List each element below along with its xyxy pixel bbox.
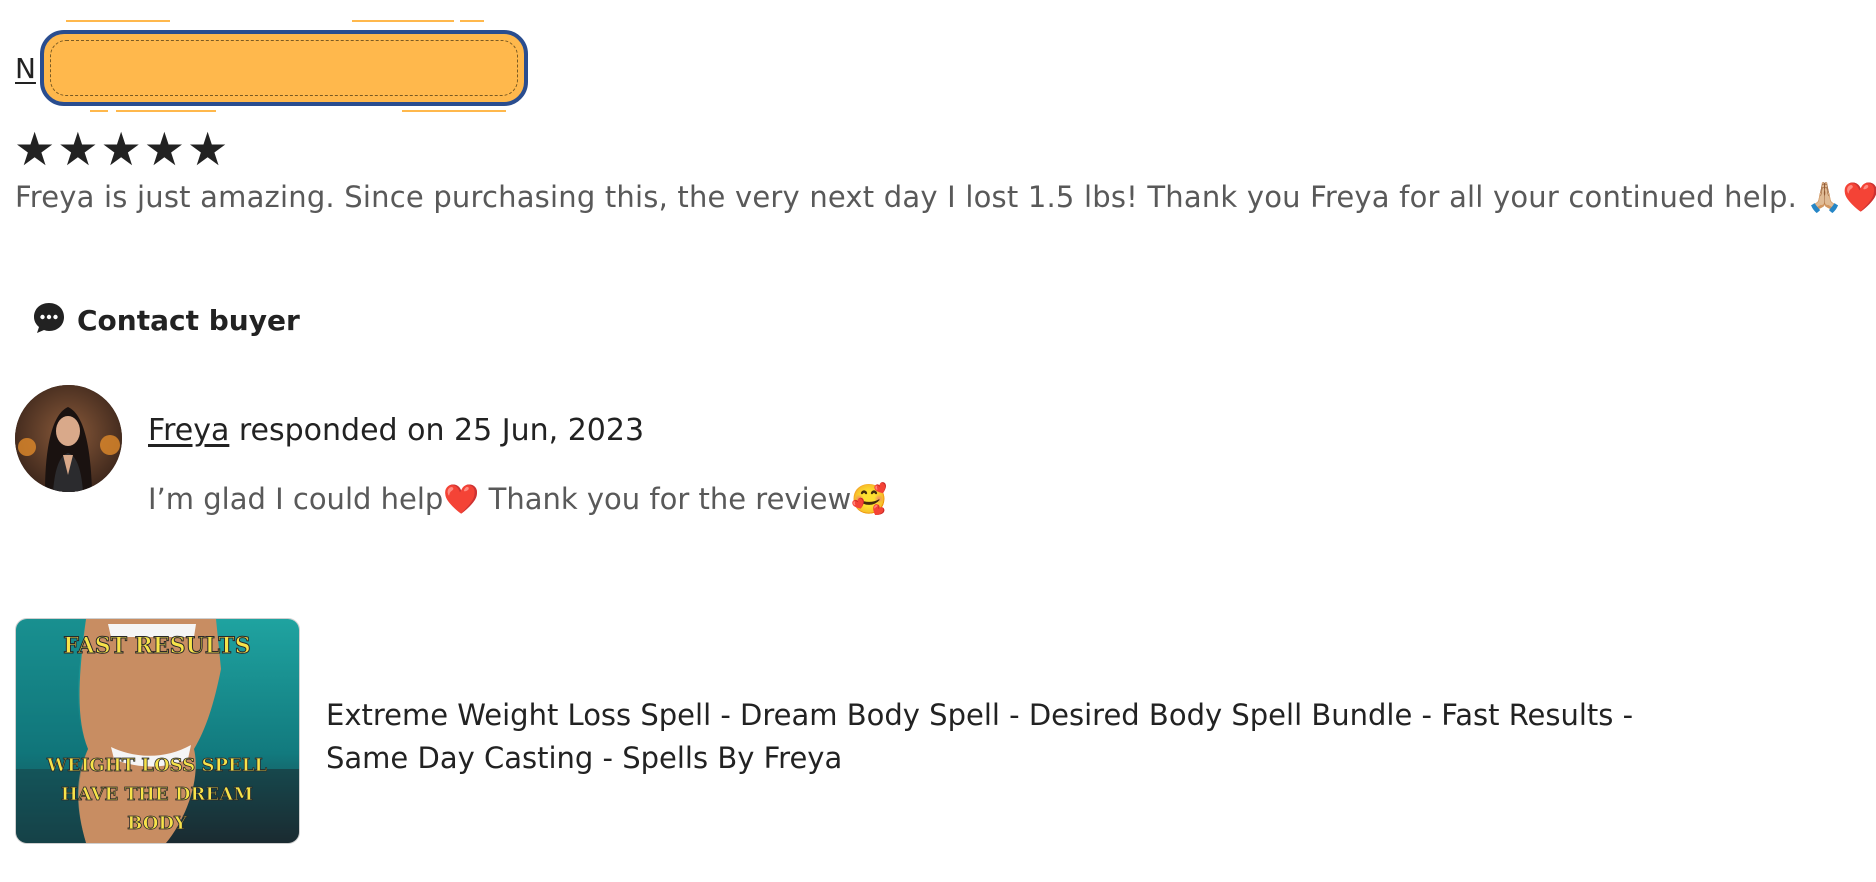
star-icon: ★ bbox=[57, 122, 99, 176]
contact-buyer-button[interactable]: Contact buyer bbox=[31, 300, 300, 340]
response-text: I’m glad I could help❤️ Thank you for th… bbox=[148, 482, 888, 516]
highlight-decoration bbox=[460, 20, 484, 22]
highlight-decoration bbox=[116, 110, 216, 112]
contact-buyer-label: Contact buyer bbox=[77, 303, 300, 337]
redacted-reviewer-name-inner bbox=[49, 40, 518, 96]
chat-bubble-icon bbox=[31, 300, 67, 340]
listing-title-link[interactable]: Extreme Weight Loss Spell - Dream Body S… bbox=[326, 694, 1706, 780]
star-icon: ★ bbox=[100, 122, 142, 176]
highlight-decoration bbox=[90, 110, 108, 112]
star-rating: ★ ★ ★ ★ ★ bbox=[14, 124, 228, 174]
star-icon: ★ bbox=[143, 122, 185, 176]
response-header: Freya responded on 25 Jun, 2023 bbox=[148, 413, 644, 448]
reviewer-name-link[interactable]: N bbox=[15, 52, 36, 85]
review-text: Freya is just amazing. Since purchasing … bbox=[15, 180, 1876, 214]
thumb-top-text: FAST RESULTS bbox=[63, 633, 250, 659]
thumb-caption-line: BODY bbox=[127, 813, 188, 834]
thumb-caption-line: HAVE THE DREAM bbox=[61, 784, 253, 805]
highlight-decoration bbox=[352, 20, 454, 22]
seller-avatar[interactable] bbox=[15, 385, 122, 492]
highlight-decoration bbox=[402, 110, 506, 112]
star-icon: ★ bbox=[187, 122, 229, 176]
star-icon: ★ bbox=[14, 122, 56, 176]
review-card: N ★ ★ ★ ★ ★ Freya is just amazing. Since… bbox=[0, 0, 1876, 882]
responder-name-link[interactable]: Freya bbox=[148, 413, 229, 448]
reviewer-row: N bbox=[15, 26, 528, 110]
thumb-caption-line: WEIGHT LOSS SPELL bbox=[46, 755, 268, 776]
listing-thumbnail[interactable]: FAST RESULTS WEIGHT LOSS SPELL HAVE THE … bbox=[15, 618, 300, 844]
redacted-reviewer-name bbox=[39, 30, 528, 106]
responded-date-text: responded on 25 Jun, 2023 bbox=[229, 413, 645, 448]
highlight-decoration bbox=[66, 20, 170, 22]
